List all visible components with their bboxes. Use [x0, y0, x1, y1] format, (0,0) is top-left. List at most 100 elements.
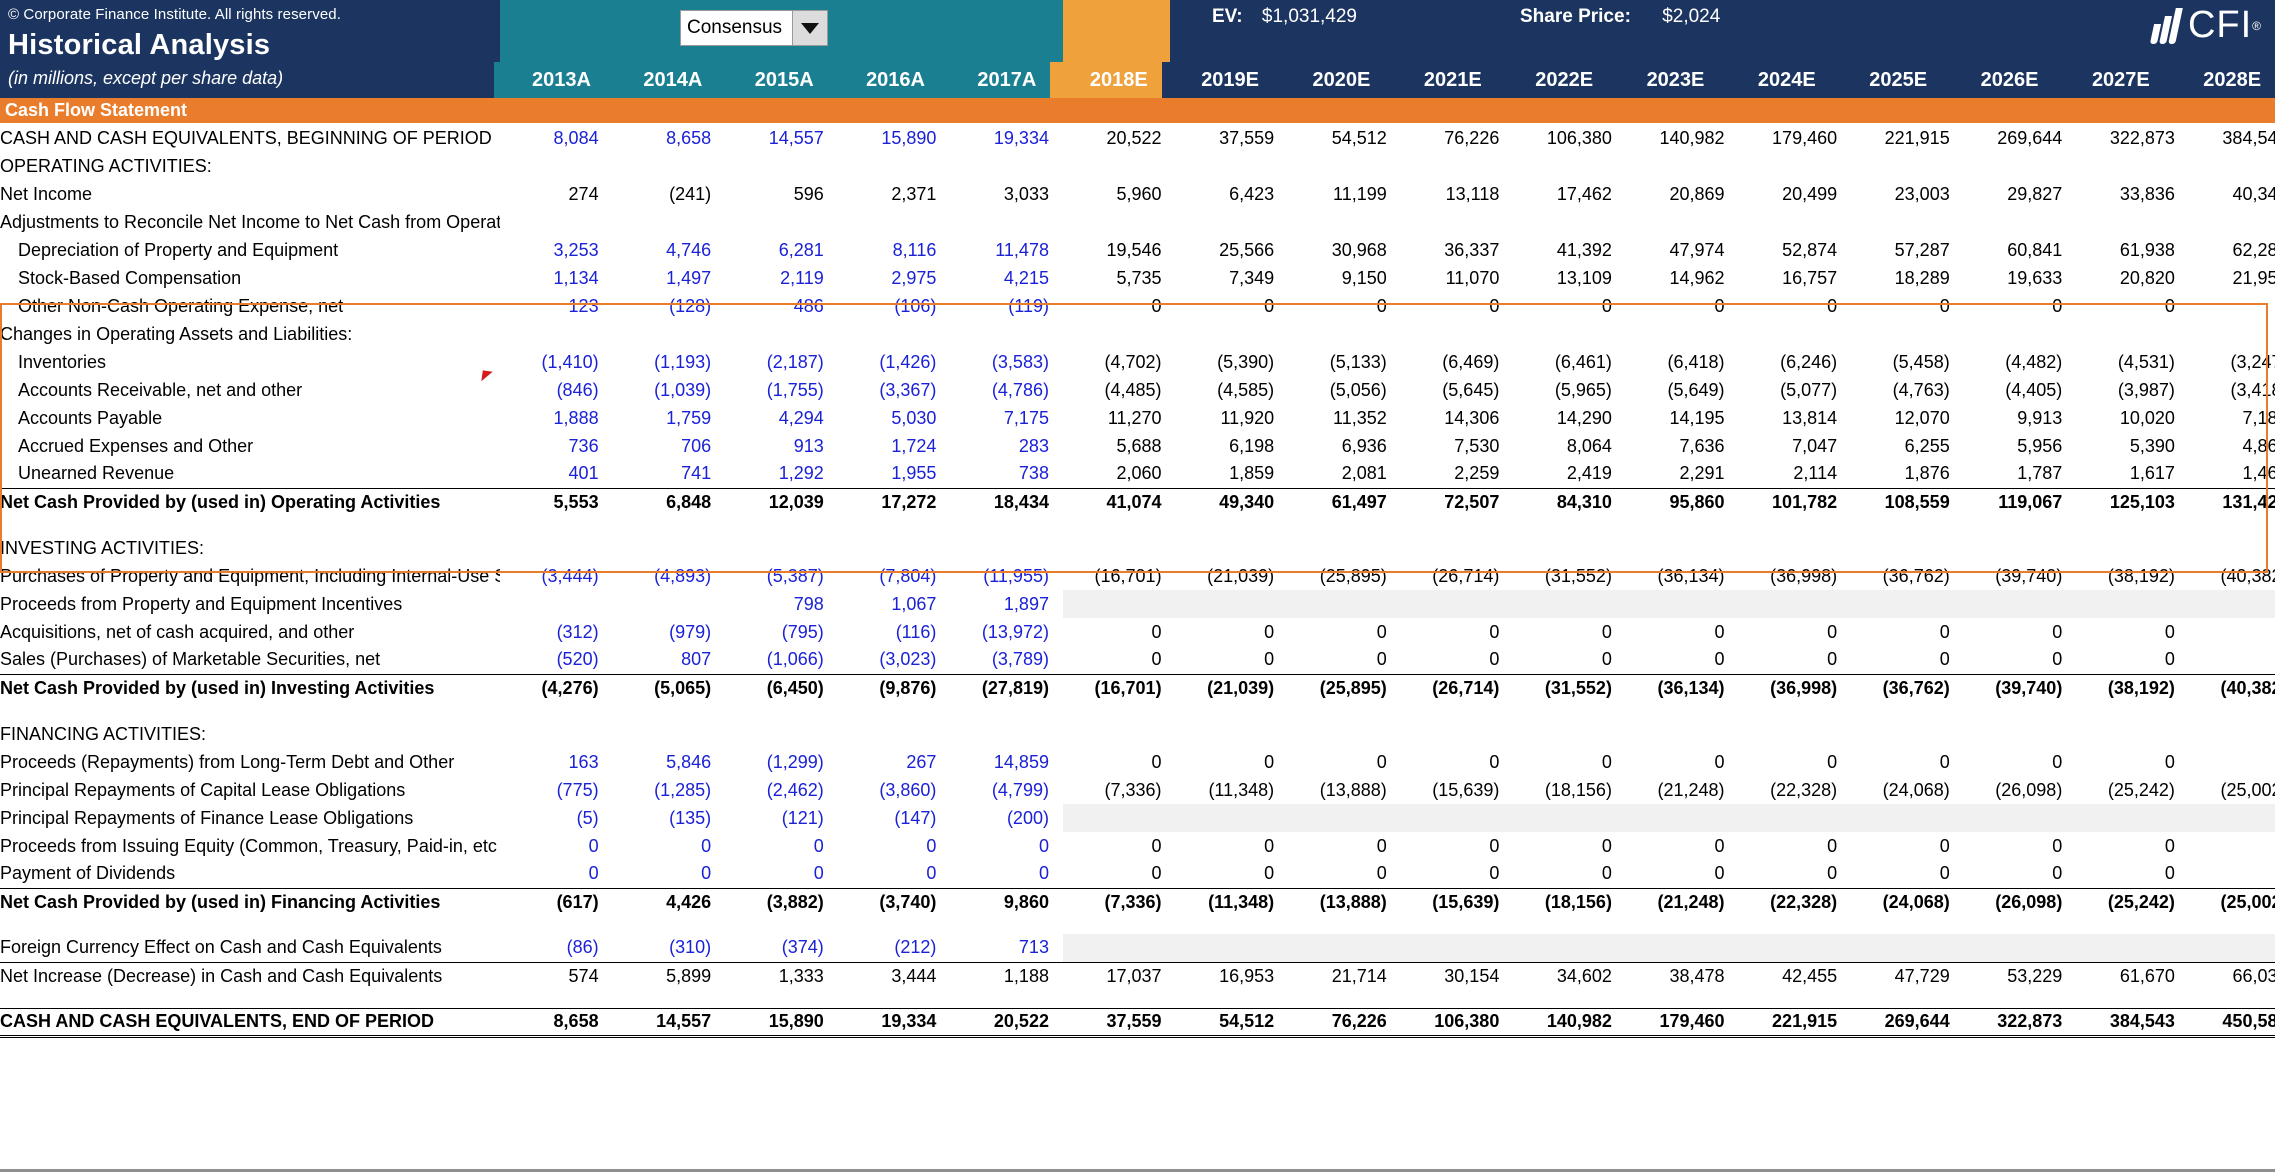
year-header-2020E[interactable]: 2020E	[1273, 62, 1384, 98]
cell-cash_begin-2028E[interactable]: 384,543	[2189, 124, 2275, 152]
cell-inventories-2016A[interactable]: (1,426)	[838, 348, 951, 376]
cell-net_change-2019E[interactable]: 16,953	[1176, 962, 1289, 990]
cell-sp1-2021E[interactable]	[1401, 516, 1514, 534]
cell-capex-2023E[interactable]: (36,134)	[1626, 562, 1739, 590]
cell-cfi_total-2016A[interactable]: (9,876)	[838, 674, 951, 702]
cell-investing_header-2022E[interactable]	[1513, 534, 1626, 562]
cell-sp3-2025E[interactable]	[1851, 916, 1964, 934]
cell-sp2-2013A[interactable]	[500, 702, 613, 720]
cell-net_change-2021E[interactable]: 30,154	[1401, 962, 1514, 990]
cell-marketable-2022E[interactable]: 0	[1513, 646, 1626, 674]
cell-cash_end-2016A[interactable]: 19,334	[838, 1008, 951, 1036]
cell-equity_issue-2027E[interactable]: 0	[2076, 832, 2189, 860]
cell-unearned-2026E[interactable]: 1,787	[1964, 460, 2077, 488]
row-label-sbc[interactable]: Stock-Based Compensation	[0, 264, 500, 292]
row-label-marketable[interactable]: Sales (Purchases) of Marketable Securiti…	[0, 646, 500, 674]
cell-pp_incentives-2024E[interactable]	[1739, 590, 1852, 618]
cell-wc_header-2023E[interactable]	[1626, 320, 1739, 348]
cell-dividends-2019E[interactable]: 0	[1176, 860, 1289, 888]
cell-investing_header-2015A[interactable]	[725, 534, 838, 562]
cell-equity_issue-2023E[interactable]: 0	[1626, 832, 1739, 860]
cell-depreciation-2025E[interactable]: 57,287	[1851, 236, 1964, 264]
cell-marketable-2015A[interactable]: (1,066)	[725, 646, 838, 674]
cell-finance_lease-2018E[interactable]	[1063, 804, 1176, 832]
cell-cash_begin-2019E[interactable]: 37,559	[1176, 124, 1289, 152]
cell-adjustments_header-2015A[interactable]	[725, 208, 838, 236]
cell-adjustments_header-2018E[interactable]	[1063, 208, 1176, 236]
cell-net_change-2015A[interactable]: 1,333	[725, 962, 838, 990]
cell-wc_header-2020E[interactable]	[1288, 320, 1401, 348]
cell-acquisitions-2019E[interactable]: 0	[1176, 618, 1289, 646]
cell-financing_header-2017A[interactable]	[950, 720, 1063, 748]
cell-ar-2021E[interactable]: (5,645)	[1401, 376, 1514, 404]
cell-equity_issue-2019E[interactable]: 0	[1176, 832, 1289, 860]
cell-sp4-2015A[interactable]	[725, 990, 838, 1008]
cell-pp_incentives-2014A[interactable]	[613, 590, 726, 618]
cell-pp_incentives-2015A[interactable]: 798	[725, 590, 838, 618]
cell-marketable-2027E[interactable]: 0	[2076, 646, 2189, 674]
cell-acquisitions-2021E[interactable]: 0	[1401, 618, 1514, 646]
cell-adjustments_header-2023E[interactable]	[1626, 208, 1739, 236]
cell-inventories-2024E[interactable]: (6,246)	[1739, 348, 1852, 376]
cell-capex-2025E[interactable]: (36,762)	[1851, 562, 1964, 590]
cell-fx_effect-2020E[interactable]	[1288, 934, 1401, 962]
cell-ap-2018E[interactable]: 11,270	[1063, 404, 1176, 432]
cell-sp3-2028E[interactable]	[2189, 916, 2275, 934]
cell-accrued-2026E[interactable]: 5,956	[1964, 432, 2077, 460]
cell-ar-2027E[interactable]: (3,987)	[2076, 376, 2189, 404]
cell-ap-2026E[interactable]: 9,913	[1964, 404, 2077, 432]
row-label-cff_total[interactable]: Net Cash Provided by (used in) Financing…	[0, 888, 500, 916]
cell-sp1-2014A[interactable]	[613, 516, 726, 534]
cell-pp_incentives-2013A[interactable]	[500, 590, 613, 618]
cell-cfi_total-2023E[interactable]: (36,134)	[1626, 674, 1739, 702]
cell-wc_header-2022E[interactable]	[1513, 320, 1626, 348]
cell-cfo-2018E[interactable]: 41,074	[1063, 488, 1176, 516]
cell-financing_header-2027E[interactable]	[2076, 720, 2189, 748]
cell-marketable-2021E[interactable]: 0	[1401, 646, 1514, 674]
cell-investing_header-2023E[interactable]	[1626, 534, 1739, 562]
cell-net_change-2018E[interactable]: 17,037	[1063, 962, 1176, 990]
cell-fx_effect-2022E[interactable]	[1513, 934, 1626, 962]
cell-capital_lease-2014A[interactable]: (1,285)	[613, 776, 726, 804]
cell-finance_lease-2023E[interactable]	[1626, 804, 1739, 832]
cell-capex-2022E[interactable]: (31,552)	[1513, 562, 1626, 590]
cell-unearned-2021E[interactable]: 2,259	[1401, 460, 1514, 488]
cell-ap-2019E[interactable]: 11,920	[1176, 404, 1289, 432]
cell-fx_effect-2028E[interactable]	[2189, 934, 2275, 962]
cell-other_noncash-2014A[interactable]: (128)	[613, 292, 726, 320]
cell-inventories-2013A[interactable]: (1,410)	[500, 348, 613, 376]
cell-investing_header-2020E[interactable]	[1288, 534, 1401, 562]
cell-sp1-2018E[interactable]	[1063, 516, 1176, 534]
cell-other_noncash-2024E[interactable]: 0	[1739, 292, 1852, 320]
cell-depreciation-2027E[interactable]: 61,938	[2076, 236, 2189, 264]
cell-capex-2016A[interactable]: (7,804)	[838, 562, 951, 590]
cell-investing_header-2028E[interactable]	[2189, 534, 2275, 562]
cell-cfi_total-2013A[interactable]: (4,276)	[500, 674, 613, 702]
cell-net_change-2017A[interactable]: 1,188	[950, 962, 1063, 990]
cell-fx_effect-2013A[interactable]: (86)	[500, 934, 613, 962]
cell-unearned-2027E[interactable]: 1,617	[2076, 460, 2189, 488]
cell-acquisitions-2025E[interactable]: 0	[1851, 618, 1964, 646]
cell-sbc-2021E[interactable]: 11,070	[1401, 264, 1514, 292]
cell-adjustments_header-2014A[interactable]	[613, 208, 726, 236]
cell-unearned-2014A[interactable]: 741	[613, 460, 726, 488]
cell-acquisitions-2028E[interactable]: 0	[2189, 618, 2275, 646]
cell-sbc-2026E[interactable]: 19,633	[1964, 264, 2077, 292]
cell-pp_incentives-2016A[interactable]: 1,067	[838, 590, 951, 618]
cell-cff_total-2013A[interactable]: (617)	[500, 888, 613, 916]
cell-ap-2017A[interactable]: 7,175	[950, 404, 1063, 432]
cell-acquisitions-2027E[interactable]: 0	[2076, 618, 2189, 646]
cell-cash_begin-2026E[interactable]: 269,644	[1964, 124, 2077, 152]
cell-other_noncash-2028E[interactable]: 0	[2189, 292, 2275, 320]
year-header-2014A[interactable]: 2014A	[605, 62, 716, 98]
cell-cash_begin-2024E[interactable]: 179,460	[1739, 124, 1852, 152]
cell-financing_header-2018E[interactable]	[1063, 720, 1176, 748]
cell-marketable-2020E[interactable]: 0	[1288, 646, 1401, 674]
cell-net_income-2021E[interactable]: 13,118	[1401, 180, 1514, 208]
cell-cfo-2025E[interactable]: 108,559	[1851, 488, 1964, 516]
cell-wc_header-2014A[interactable]	[613, 320, 726, 348]
cell-operating_header-2018E[interactable]	[1063, 152, 1176, 180]
cell-net_income-2022E[interactable]: 17,462	[1513, 180, 1626, 208]
cell-wc_header-2028E[interactable]	[2189, 320, 2275, 348]
cell-ar-2028E[interactable]: (3,418)	[2189, 376, 2275, 404]
